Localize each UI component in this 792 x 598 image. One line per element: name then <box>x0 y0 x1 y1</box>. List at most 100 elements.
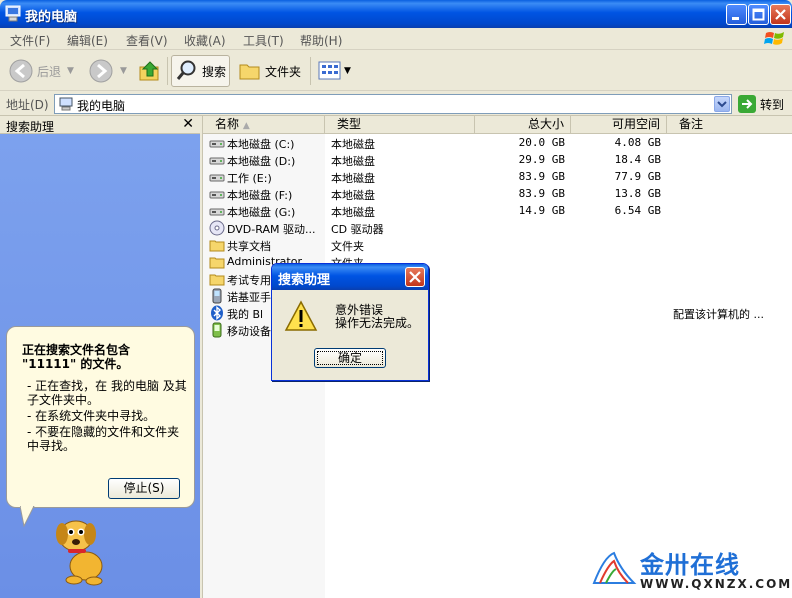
dialog-title-bar: 搜索助理 <box>272 264 428 290</box>
column-header-free-space[interactable]: 可用空间 <box>571 116 667 134</box>
forward-arrow-icon <box>89 59 113 83</box>
brand-logo-icon <box>592 551 637 584</box>
computer-icon <box>59 97 73 111</box>
row-name: 共享文档 <box>227 240 271 253</box>
watermark-brand: 金卅在线 <box>640 551 740 579</box>
back-button[interactable]: 后退 ▼ <box>8 55 74 87</box>
title-bar: 我的电脑 <box>0 0 792 28</box>
menu-file[interactable]: 文件(F) <box>10 32 50 49</box>
address-input[interactable]: 我的电脑 <box>54 94 732 114</box>
search-assistant-pane: 搜索助理 ✕ 正在搜索文件名包含 "11111" 的文件。 - 正在查找，在 我… <box>0 116 200 598</box>
stop-button[interactable]: 停止(S) <box>108 478 180 499</box>
window-title: 我的电脑 <box>25 10 78 25</box>
chevron-down-icon <box>717 101 727 108</box>
row-total-size: 29.9 GB <box>518 153 565 166</box>
minimize-button[interactable] <box>726 4 747 25</box>
address-bar: 地址(D) 我的电脑 转到 <box>0 92 792 116</box>
row-name: 我的 Bl <box>227 308 264 321</box>
row-free-space: 13.8 GB <box>614 187 661 200</box>
mobile-device-icon <box>209 322 225 341</box>
table-row[interactable]: 本地磁盘 (C:) 本地磁盘 20.0 GB 4.08 GB <box>203 135 792 152</box>
watermark-url: WWW.QXNZX.COM <box>640 577 792 591</box>
list-item: - 不要在隐藏的文件和文件夹中寻找。 <box>27 425 180 453</box>
table-row[interactable]: 本地磁盘 (F:) 本地磁盘 83.9 GB 13.8 GB <box>203 186 792 203</box>
row-total-size: 83.9 GB <box>518 170 565 183</box>
views-button[interactable]: ▼ <box>318 55 351 87</box>
row-name: 诺基亚手 <box>227 291 271 304</box>
search-status-balloon: 正在搜索文件名包含 "11111" 的文件。 - 正在查找，在 我的电脑 及其子… <box>6 326 195 508</box>
search-icon <box>176 60 196 80</box>
row-name: 考试专用 <box>227 274 271 287</box>
folders-button[interactable]: 文件夹 <box>238 55 301 87</box>
row-name: 本地磁盘 (D:) <box>227 155 296 168</box>
search-button[interactable]: 搜索 <box>171 55 231 87</box>
go-button[interactable]: 转到 <box>738 95 784 113</box>
row-free-space: 6.54 GB <box>614 204 661 217</box>
warning-icon <box>284 300 318 331</box>
table-row[interactable]: 工作 (E:) 本地磁盘 83.9 GB 77.9 GB <box>203 169 792 186</box>
table-row[interactable]: 本地磁盘 (D:) 本地磁盘 29.9 GB 18.4 GB <box>203 152 792 169</box>
menu-favorites[interactable]: 收藏(A) <box>184 32 226 49</box>
row-name: 移动设备 <box>227 325 271 338</box>
row-free-space: 77.9 GB <box>614 170 661 183</box>
menu-view[interactable]: 查看(V) <box>126 32 168 49</box>
column-header-name[interactable]: 名称 ▲ <box>203 116 325 134</box>
list-item: - 在系统文件夹中寻找。 <box>27 409 156 423</box>
dialog-close-button[interactable] <box>405 267 425 287</box>
row-type: 本地磁盘 <box>331 206 375 219</box>
row-name: DVD-RAM 驱动... <box>227 223 316 236</box>
address-dropdown-button[interactable] <box>714 96 730 112</box>
forward-button[interactable]: ▼ <box>88 55 127 87</box>
maximize-button[interactable] <box>748 4 769 25</box>
up-folder-icon <box>139 61 159 81</box>
column-header-comment[interactable]: 备注 <box>667 116 792 134</box>
row-name: 工作 (E:) <box>227 172 272 185</box>
table-row[interactable]: DVD-RAM 驱动... CD 驱动器 <box>203 220 792 237</box>
row-comment: 配置该计算机的 ... <box>673 308 764 321</box>
up-folder-button[interactable] <box>137 55 163 87</box>
row-name: 本地磁盘 (C:) <box>227 138 295 151</box>
ok-button[interactable]: 确定 <box>314 348 386 368</box>
close-icon <box>775 9 786 20</box>
row-total-size: 20.0 GB <box>518 136 565 149</box>
back-dropdown-icon[interactable]: ▼ <box>67 66 74 76</box>
views-dropdown-icon: ▼ <box>344 66 351 76</box>
row-free-space: 4.08 GB <box>614 136 661 149</box>
search-status-title: 正在搜索文件名包含 "11111" 的文件。 <box>22 343 131 371</box>
column-header-type[interactable]: 类型 <box>325 116 475 134</box>
back-arrow-icon <box>9 59 33 83</box>
table-row[interactable]: 本地磁盘 (G:) 本地磁盘 14.9 GB 6.54 GB <box>203 203 792 220</box>
views-icon <box>318 61 341 80</box>
computer-icon <box>5 5 21 22</box>
row-type: 本地磁盘 <box>331 172 375 185</box>
folder-icon <box>239 64 260 80</box>
list-item: - 正在查找，在 我的电脑 及其子文件夹中。 <box>27 379 187 407</box>
menu-tools[interactable]: 工具(T) <box>243 32 284 49</box>
search-status-list: - 正在查找，在 我的电脑 及其子文件夹中。 - 在系统文件夹中寻找。 - 不要… <box>27 379 187 455</box>
row-name: 本地磁盘 (G:) <box>227 206 296 219</box>
row-free-space: 18.4 GB <box>614 153 661 166</box>
close-icon <box>409 271 421 283</box>
go-arrow-icon <box>738 95 756 113</box>
close-button[interactable] <box>770 4 791 25</box>
watermark-logo: 金卅在线 WWW.QXNZX.COM <box>590 545 790 595</box>
search-pane-header: 搜索助理 ✕ <box>0 116 200 134</box>
row-name: 本地磁盘 (F:) <box>227 189 293 202</box>
close-pane-icon[interactable]: ✕ <box>182 116 194 132</box>
row-total-size: 14.9 GB <box>518 204 565 217</box>
row-total-size: 83.9 GB <box>518 187 565 200</box>
table-row[interactable]: 共享文档 文件夹 <box>203 237 792 254</box>
menu-edit[interactable]: 编辑(E) <box>67 32 108 49</box>
forward-dropdown-icon[interactable]: ▼ <box>120 66 127 76</box>
row-type: 文件夹 <box>331 240 364 253</box>
dialog-message: 意外错误 操作无法完成。 <box>335 303 420 330</box>
search-dog-icon <box>56 520 103 586</box>
balloon-tail <box>20 506 35 528</box>
toolbar: 后退 ▼ ▼ 搜索 文件夹 ▼ <box>0 51 792 91</box>
row-type: CD 驱动器 <box>331 223 384 236</box>
row-type: 本地磁盘 <box>331 189 375 202</box>
menu-bar: 文件(F) 编辑(E) 查看(V) 收藏(A) 工具(T) 帮助(H) <box>0 28 792 50</box>
menu-help[interactable]: 帮助(H) <box>300 32 342 49</box>
windows-logo-icon <box>764 32 784 45</box>
column-header-total-size[interactable]: 总大小 <box>475 116 571 134</box>
